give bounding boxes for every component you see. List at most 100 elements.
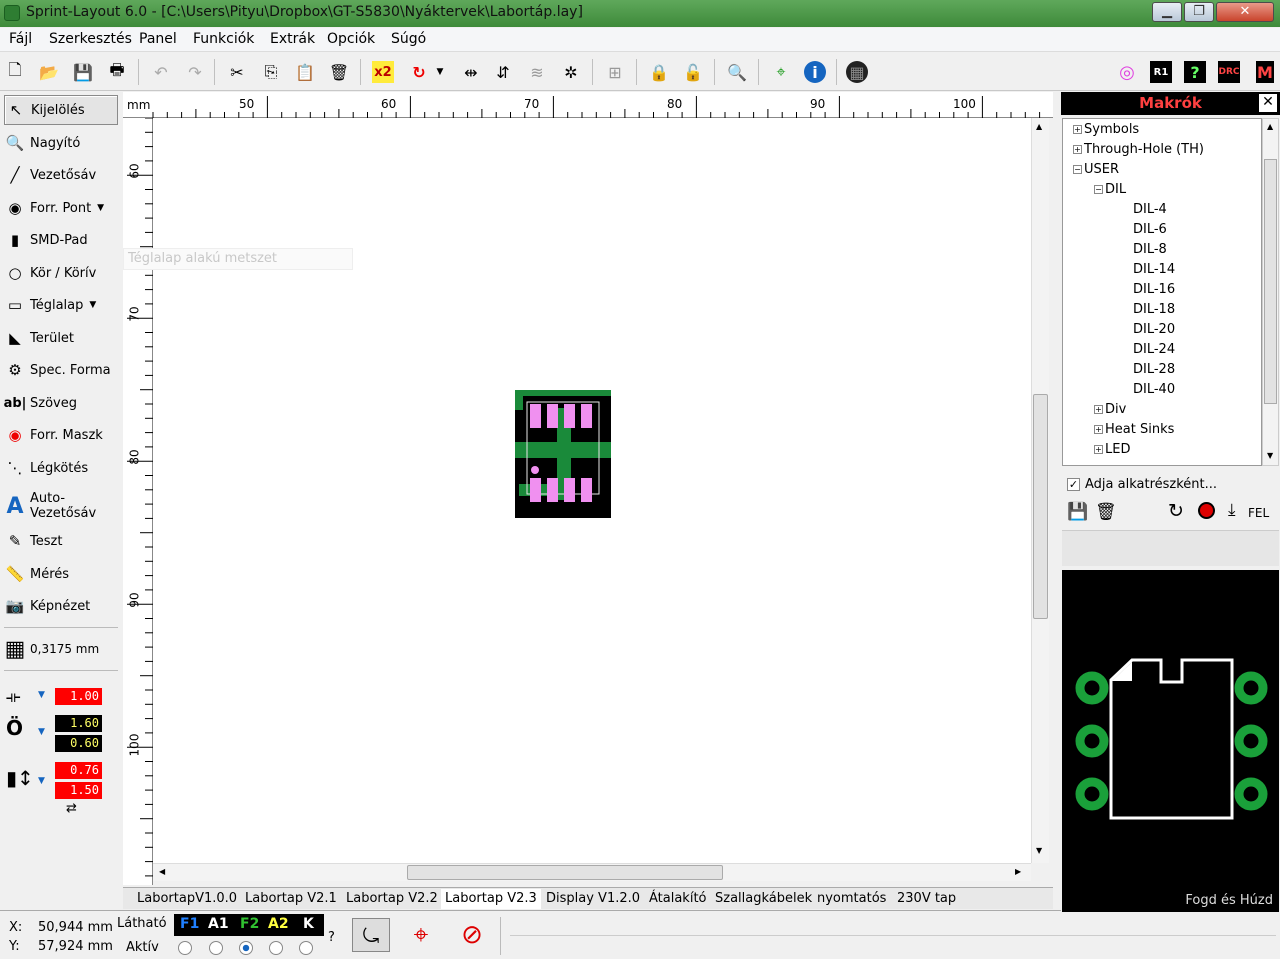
ring-icon[interactable]: ◎ xyxy=(1116,61,1138,83)
restore-button[interactable]: ❐ xyxy=(1184,2,1214,22)
swap-icon[interactable]: ⇄ xyxy=(66,801,77,816)
expand-icon[interactable]: + xyxy=(1094,445,1103,454)
record-icon[interactable] xyxy=(1198,502,1215,519)
paste-icon[interactable]: 📋 xyxy=(294,61,316,83)
tree-leaf[interactable]: DIL-40 xyxy=(1133,382,1175,397)
close-icon[interactable]: ✕ xyxy=(1259,94,1277,112)
radio-f2-selected[interactable] xyxy=(239,941,253,955)
scroll-thumb[interactable] xyxy=(407,865,723,880)
radio-k[interactable] xyxy=(299,941,313,955)
save-icon[interactable]: 💾 xyxy=(1067,502,1088,522)
chevron-down-icon[interactable]: ▼ xyxy=(97,203,104,213)
smd-height-value[interactable]: 1.50 xyxy=(55,782,102,799)
unlock-icon[interactable]: 🔓 xyxy=(682,61,704,83)
open-folder-icon[interactable]: 📂 xyxy=(38,61,60,83)
print-icon[interactable]: 🖶 xyxy=(106,60,128,83)
tool-zone[interactable]: ◣ Terület xyxy=(4,323,118,353)
tree-leaf[interactable]: DIL-18 xyxy=(1133,302,1175,317)
copy-icon[interactable]: ⎘ xyxy=(260,61,282,83)
expand-icon[interactable]: + xyxy=(1094,405,1103,414)
board-tab[interactable]: Szallagkábelek xyxy=(711,889,816,909)
undo-icon[interactable]: ↶ xyxy=(150,61,172,83)
board-tab[interactable]: nyomtatós xyxy=(813,889,890,909)
horizontal-scrollbar[interactable]: ◀ ▶ xyxy=(153,863,1031,881)
center-icon[interactable]: ✲ xyxy=(560,61,582,83)
scroll-down-icon[interactable]: ▼ xyxy=(1267,451,1273,460)
menu-help[interactable]: Súgó xyxy=(391,31,426,47)
info-icon[interactable]: i xyxy=(804,61,826,83)
chevron-down-icon[interactable]: ▼ xyxy=(38,727,45,737)
tool-autoroute[interactable]: A Auto- Vezetősáv xyxy=(4,486,118,526)
scroll-left-icon[interactable]: ◀ xyxy=(159,867,165,876)
save-icon[interactable]: 💾 xyxy=(72,61,94,83)
expand-icon[interactable]: + xyxy=(1073,145,1082,154)
tool-special-form[interactable]: ⚙ Spec. Forma xyxy=(4,355,118,385)
add-as-component-checkbox[interactable]: ✓ xyxy=(1067,478,1080,491)
tree-node[interactable]: + Heat Sinks xyxy=(1094,422,1174,437)
trash-icon[interactable]: 🗑 xyxy=(1095,502,1117,522)
tree-node[interactable]: + Div xyxy=(1094,402,1126,417)
rotate-icon[interactable]: ↻ xyxy=(408,61,430,83)
mirror-horizontal-icon[interactable]: ⇹ xyxy=(460,61,482,83)
layout-canvas[interactable] xyxy=(153,118,1031,863)
tool-text[interactable]: ab| Szöveg xyxy=(4,388,118,418)
tool-test[interactable]: ✎ Teszt xyxy=(4,526,118,556)
menu-panel[interactable]: Panel xyxy=(139,31,177,47)
menu-edit[interactable]: Szerkesztés xyxy=(49,31,132,47)
tree-leaf[interactable]: DIL-4 xyxy=(1133,202,1167,217)
tree-node[interactable]: − USER xyxy=(1073,162,1119,177)
no-connection-icon[interactable]: ⊘ xyxy=(452,918,492,952)
scroll-right-icon[interactable]: ▶ xyxy=(1015,867,1021,876)
drc-icon[interactable]: DRC xyxy=(1218,61,1240,83)
chevron-down-icon[interactable]: ▼ xyxy=(38,690,45,700)
pad-outer-value[interactable]: 1.60 xyxy=(55,715,102,732)
collapse-icon[interactable]: − xyxy=(1094,185,1103,194)
tool-track[interactable]: ╱ Vezetősáv xyxy=(4,160,118,190)
macro-preview[interactable]: Fogd és Húzd xyxy=(1062,570,1279,912)
tree-leaf[interactable]: DIL-8 xyxy=(1133,242,1167,257)
menu-functions[interactable]: Funkciók xyxy=(193,31,254,47)
zoom-icon[interactable]: 🔍 xyxy=(726,61,748,83)
board-tab[interactable]: Labortap V2.1 xyxy=(241,889,341,909)
macro-icon[interactable]: M xyxy=(1256,61,1274,83)
track-width-value[interactable]: 1.00 xyxy=(55,688,102,705)
menu-extras[interactable]: Extrák xyxy=(270,31,315,47)
layer-k[interactable]: K xyxy=(303,916,314,932)
crosshair-icon[interactable]: ⌖ xyxy=(402,918,440,952)
rotate-dropdown-icon[interactable]: ▼ xyxy=(434,61,446,83)
tool-pad[interactable]: ◉ Forr. Pont ▼ xyxy=(4,193,118,223)
tree-node[interactable]: + LED xyxy=(1094,442,1130,457)
scroll-up-icon[interactable]: ▲ xyxy=(1036,122,1042,131)
pcb-component[interactable] xyxy=(153,118,1031,863)
tool-airwire[interactable]: ⋱ Légkötés xyxy=(4,453,118,483)
expand-icon[interactable]: + xyxy=(1073,125,1082,134)
align-icon[interactable]: ≋ xyxy=(526,61,548,83)
duplicate-icon[interactable]: x2 xyxy=(372,61,394,83)
smd-width-value[interactable]: 0.76 xyxy=(55,762,102,779)
tool-measure[interactable]: 📏 Mérés xyxy=(4,559,118,589)
vertical-scrollbar[interactable]: ▲ ▼ xyxy=(1031,118,1049,863)
tree-leaf[interactable]: DIL-24 xyxy=(1133,342,1175,357)
tree-leaf[interactable]: DIL-28 xyxy=(1133,362,1175,377)
chevron-down-icon[interactable]: ▼ xyxy=(38,776,45,786)
board-tab[interactable]: Display V1.2.0 xyxy=(542,889,644,909)
up-label[interactable]: FEL xyxy=(1248,506,1269,520)
scroll-up-icon[interactable]: ▲ xyxy=(1267,122,1273,131)
tool-zoom[interactable]: 🔍 Nagyító xyxy=(4,128,118,158)
board-tab[interactable]: Labortap V2.2 xyxy=(342,889,442,909)
tree-leaf[interactable]: DIL-20 xyxy=(1133,322,1175,337)
tree-scrollbar[interactable]: ▲ ▼ xyxy=(1262,118,1279,466)
close-button[interactable]: ✕ xyxy=(1216,2,1274,22)
board-tab[interactable]: Átalakító xyxy=(645,889,711,909)
mirror-vertical-icon[interactable]: ⇵ xyxy=(492,61,514,83)
origin-icon[interactable]: ⌖ xyxy=(770,61,792,83)
tree-leaf[interactable]: DIL-16 xyxy=(1133,282,1175,297)
pad-inner-value[interactable]: 0.60 xyxy=(55,735,102,752)
expand-icon[interactable]: + xyxy=(1094,425,1103,434)
lock-icon[interactable]: 🔒 xyxy=(648,61,670,83)
minimize-button[interactable]: ▁ xyxy=(1152,2,1182,22)
r1-icon[interactable]: R1 xyxy=(1150,61,1172,83)
menu-file[interactable]: Fájl xyxy=(9,31,32,47)
new-file-icon[interactable]: 🗋 xyxy=(4,60,26,83)
upload-icon[interactable]: ⤓ xyxy=(1228,500,1236,520)
